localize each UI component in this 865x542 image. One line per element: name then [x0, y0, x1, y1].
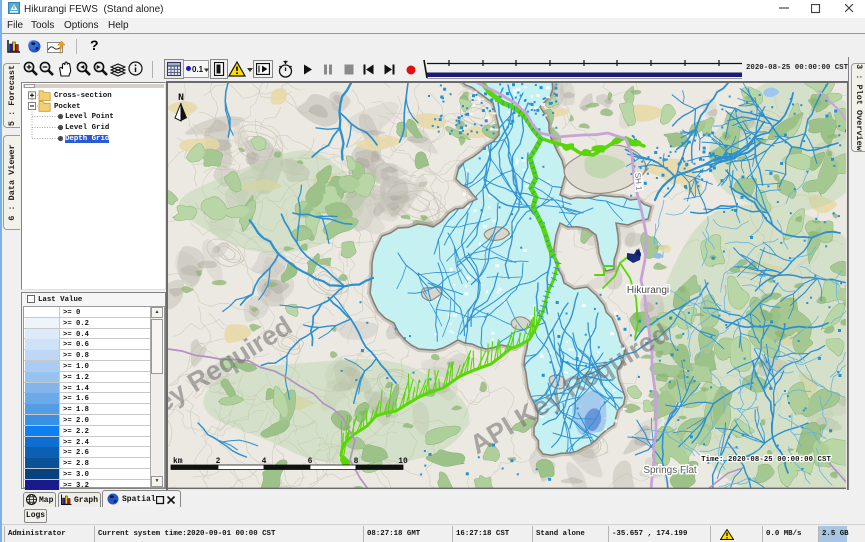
svg-text:Time: 2020-08-25 00:00:00 CST: Time: 2020-08-25 00:00:00 CST [701, 456, 831, 464]
svg-text:SH 1: SH 1 [633, 172, 644, 191]
svg-text:6: 6 [308, 457, 313, 466]
svg-text:Hikurangi: Hikurangi [627, 285, 669, 296]
svg-text:N: N [178, 93, 184, 104]
svg-text:4: 4 [262, 457, 267, 466]
svg-text:km: km [173, 457, 183, 466]
svg-text:8: 8 [354, 457, 359, 466]
svg-text:Springs Flat: Springs Flat [643, 465, 697, 476]
svg-text:2: 2 [216, 457, 221, 466]
svg-text:10: 10 [398, 457, 408, 466]
